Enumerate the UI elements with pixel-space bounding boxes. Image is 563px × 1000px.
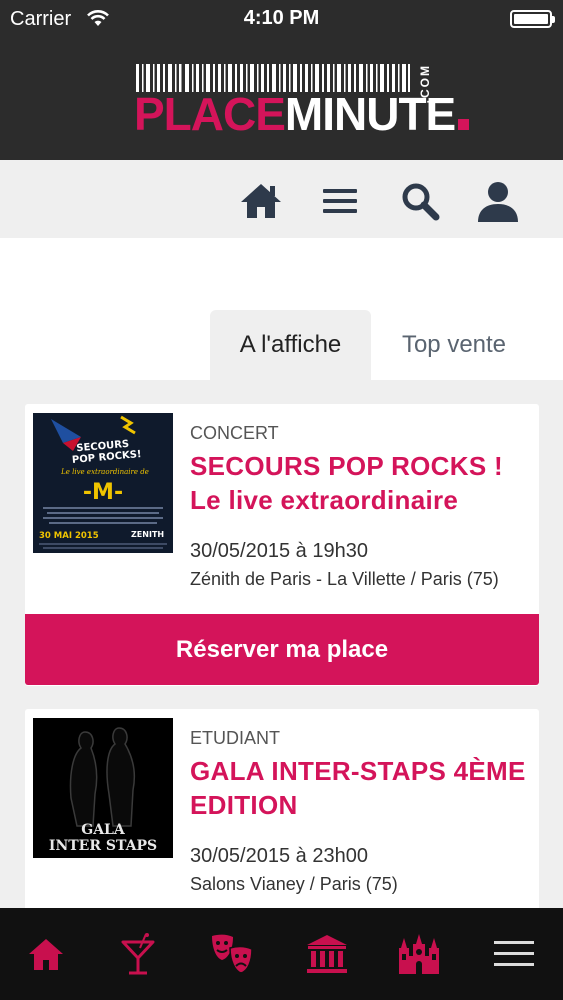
- placeminute-logo[interactable]: PLACEMINUTE .COM: [134, 60, 470, 140]
- event-venue: Salons Vianey / Paris (75): [190, 874, 398, 894]
- poster-date: 30 MAI 2015: [39, 531, 99, 541]
- nav-monuments[interactable]: [395, 930, 443, 978]
- event-title[interactable]: SECOURS POP ROCKS ! Le live extraordinai…: [190, 449, 530, 517]
- status-bar: Carrier 4:10 PM: [0, 0, 563, 38]
- event-poster-gala-inter-staps: GALA INTER STAPS: [33, 718, 173, 858]
- poster-inter-staps: INTER STAPS: [49, 838, 157, 854]
- event-category: ETUDIANT: [190, 728, 280, 748]
- tab-top-vente[interactable]: Top vente: [376, 310, 532, 380]
- status-time: 4:10 PM: [243, 7, 320, 29]
- event-card[interactable]: SECOURS POP ROCKS! Le live extraordinair…: [25, 404, 539, 686]
- poster-script: Le live extraordinaire de: [60, 468, 149, 476]
- poster-image: GALA INTER STAPS: [33, 718, 173, 858]
- hamburger-menu-icon: [494, 941, 534, 966]
- home-icon: [241, 184, 281, 218]
- event-card[interactable]: GALA INTER STAPS ETUDIANT GALA INTER-STA…: [25, 709, 539, 919]
- nav-bars[interactable]: [114, 930, 162, 978]
- menu-button[interactable]: [317, 179, 363, 223]
- search-button[interactable]: [397, 179, 443, 223]
- event-poster-secours-pop-rocks: SECOURS POP ROCKS! Le live extraordinair…: [33, 413, 173, 553]
- home-icon: [29, 939, 63, 970]
- cathedral-icon: [399, 934, 439, 974]
- nav-museums[interactable]: [303, 930, 351, 978]
- nav-theatre[interactable]: [208, 930, 256, 978]
- event-category: CONCERT: [190, 423, 279, 443]
- event-venue: Zénith de Paris - La Villette / Paris (7…: [190, 569, 499, 589]
- search-icon: [402, 183, 440, 221]
- poster-image: SECOURS POP ROCKS! Le live extraordinair…: [33, 413, 173, 553]
- battery-icon: [510, 10, 555, 28]
- nav-home[interactable]: [22, 930, 70, 978]
- museum-icon: [307, 935, 347, 973]
- toolbar: [0, 160, 563, 238]
- app-header: PLACEMINUTE .COM: [0, 38, 563, 160]
- cocktail-icon: [121, 933, 155, 975]
- event-date: 30/05/2015 à 19h30: [190, 540, 368, 562]
- logo-com: .COM: [418, 64, 432, 104]
- tab-a-laffiche[interactable]: A l'affiche: [210, 310, 371, 380]
- poster-venue: ZENITH: [131, 530, 164, 539]
- home-button[interactable]: [238, 179, 284, 223]
- menu-icon: [323, 189, 357, 213]
- nav-more[interactable]: [490, 930, 538, 978]
- event-date: 30/05/2015 à 23h00: [190, 845, 368, 867]
- event-title[interactable]: GALA INTER-STAPS 4ÈME EDITION: [190, 754, 530, 822]
- theater-masks-icon: [212, 934, 253, 974]
- bottom-nav: [0, 908, 563, 1000]
- reserve-button[interactable]: Réserver ma place: [25, 614, 539, 685]
- account-button[interactable]: [475, 179, 521, 223]
- logo-dot: [458, 119, 470, 130]
- tabs-area: A l'affiche Top vente: [0, 238, 563, 380]
- logo-place: PLACE: [134, 88, 286, 140]
- poster-gala: GALA: [81, 822, 126, 838]
- user-icon: [478, 182, 518, 222]
- event-list: SECOURS POP ROCKS! Le live extraordinair…: [0, 380, 563, 919]
- poster-initial: -M-: [83, 480, 123, 505]
